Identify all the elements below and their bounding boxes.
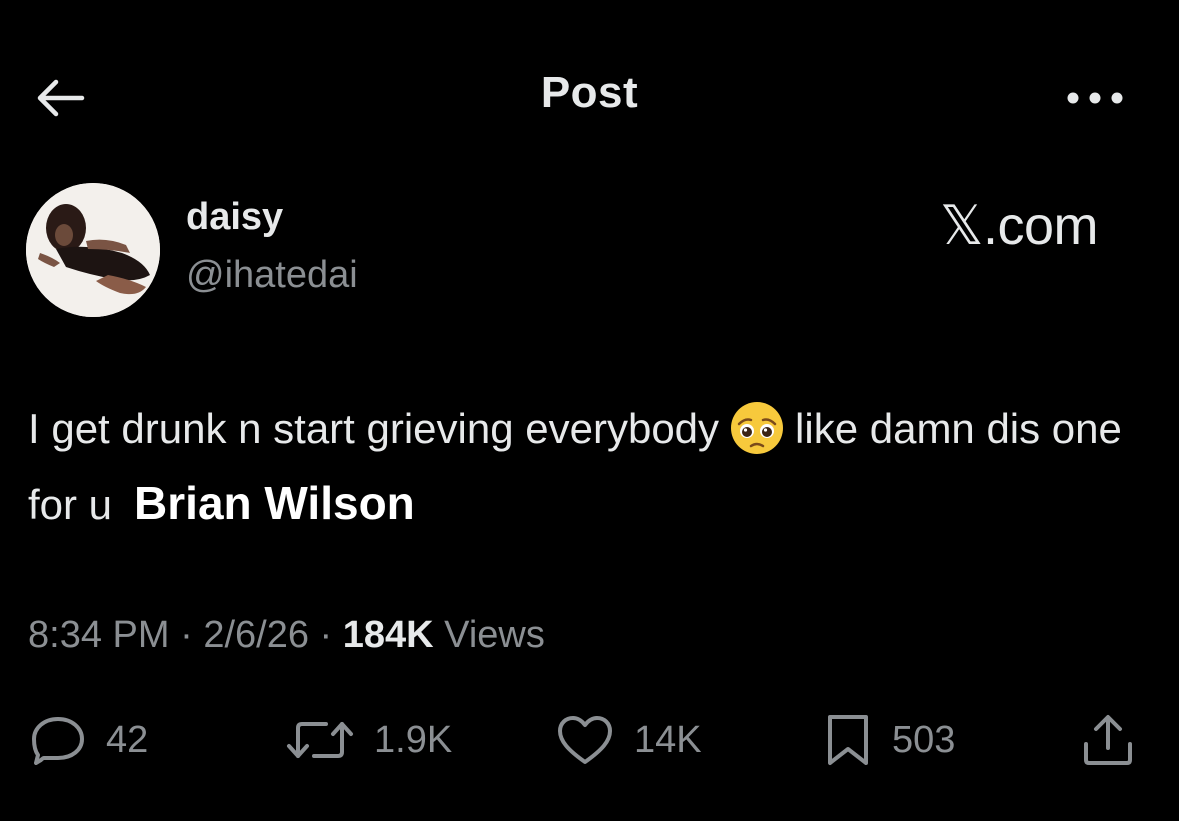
repost-button[interactable]: 1.9K [286, 712, 452, 768]
author-name[interactable]: daisy [186, 196, 283, 239]
share-icon [1084, 715, 1132, 765]
like-button[interactable]: 14K [556, 712, 702, 768]
more-options-button[interactable] [1060, 78, 1130, 118]
views-count[interactable]: 184K [343, 614, 434, 656]
avatar-photo [26, 183, 160, 317]
tweet-time: 8:34 PM [28, 614, 170, 656]
meta-separator: · [180, 614, 193, 656]
bookmark-button[interactable]: 503 [824, 712, 955, 768]
reply-button[interactable]: 42 [30, 712, 148, 768]
bookmark-icon [828, 715, 868, 765]
overlay-caption: Brian Wilson [134, 477, 415, 529]
share-button[interactable] [1080, 712, 1136, 768]
tweet-text: I get drunk n start grieving everybody l… [28, 392, 1148, 542]
repost-icon [287, 722, 353, 758]
tweet-date: 2/6/26 [203, 614, 309, 656]
tweet-text-part1: I get drunk n start grieving everybody [28, 405, 720, 452]
reply-count: 42 [106, 718, 149, 761]
source-watermark: 𝕏.com [940, 196, 1099, 256]
reply-icon [32, 717, 84, 765]
tweet-meta: 8:34 PM · 2/6/26 · 184K Views [28, 614, 545, 657]
author-handle[interactable]: @ihatedai [186, 254, 358, 297]
like-count: 14K [634, 718, 702, 761]
pleading-face-icon [731, 401, 784, 454]
bookmark-count: 503 [892, 718, 956, 761]
repost-count: 1.9K [374, 718, 453, 761]
more-dots-icon [1067, 92, 1123, 104]
page-title: Post [540, 68, 639, 117]
views-label: Views [444, 614, 545, 656]
avatar[interactable] [26, 183, 160, 317]
meta-separator: · [319, 614, 333, 656]
heart-icon [558, 716, 612, 764]
